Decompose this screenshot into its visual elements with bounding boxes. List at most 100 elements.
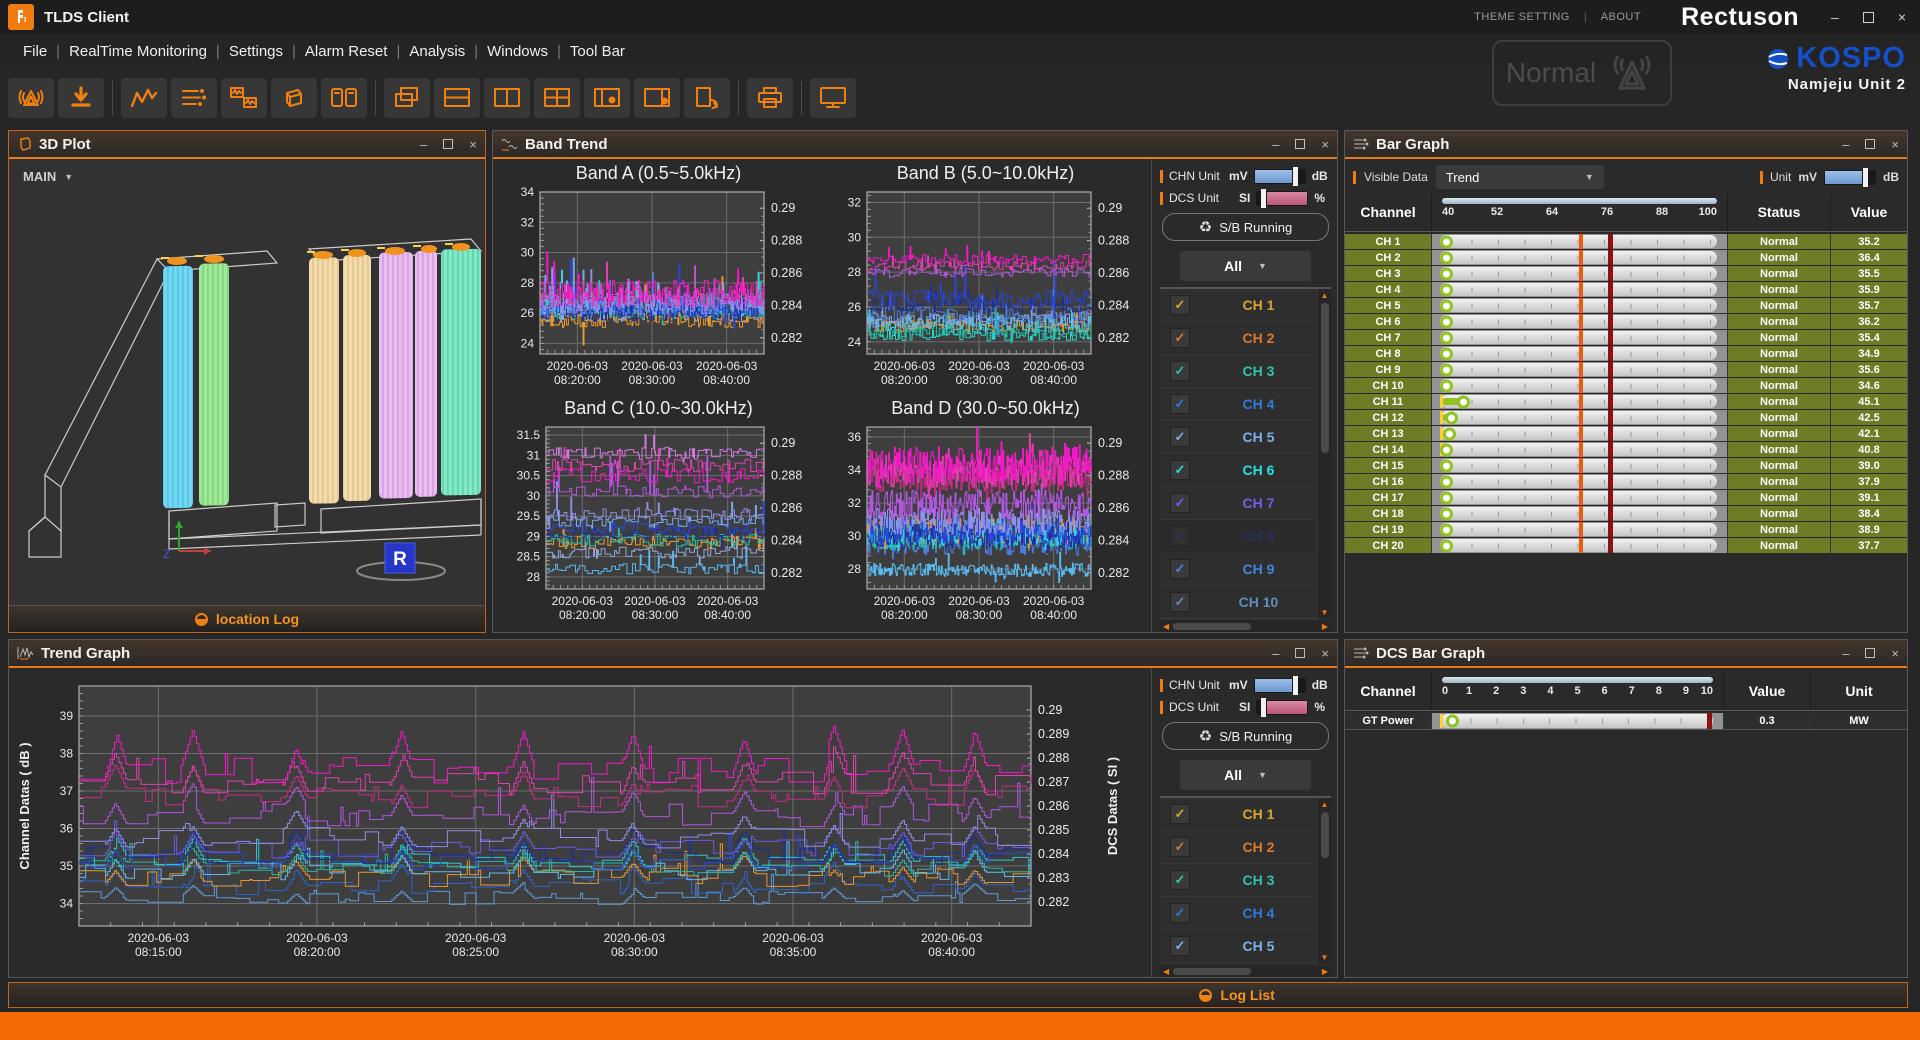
channel-checkbox[interactable]: ✓ <box>1170 903 1190 923</box>
channel-item-ch-8[interactable]: ✓CH 8 <box>1160 520 1317 553</box>
scroll-left-icon[interactable]: ◀ <box>1163 622 1169 631</box>
chn-unit-toggle[interactable] <box>1254 169 1306 184</box>
channel-item-ch-2[interactable]: ✓CH 2 <box>1160 831 1317 864</box>
panel-minimize-button[interactable]: – <box>1272 137 1279 152</box>
toolbar-download-button[interactable] <box>58 78 104 118</box>
toolbar-cascade-button[interactable] <box>384 78 430 118</box>
channel-item-ch-10[interactable]: ✓CH 10 <box>1160 586 1317 619</box>
view-selector-dropdown[interactable]: MAIN▼ <box>23 169 73 184</box>
scroll-down-icon[interactable]: ▼ <box>1321 608 1329 617</box>
scroll-down-icon[interactable]: ▼ <box>1321 953 1329 962</box>
toolbar-user1-button[interactable] <box>584 78 630 118</box>
channel-checkbox[interactable]: ✓ <box>1170 427 1190 447</box>
toolbar-tileh-button[interactable] <box>434 78 480 118</box>
panel-maximize-button[interactable] <box>443 139 453 149</box>
scroll-thumb[interactable] <box>1173 623 1251 630</box>
panel-close-button[interactable]: × <box>1321 646 1329 661</box>
toolbar-dualpanel-button[interactable] <box>321 78 367 118</box>
horizontal-scrollbar[interactable]: ◀▶ <box>1160 964 1331 977</box>
horizontal-scrollbar[interactable]: ◀▶ <box>1160 619 1331 632</box>
channel-checkbox[interactable]: ✓ <box>1170 592 1190 612</box>
menu-item-realtime-monitoring[interactable]: RealTime Monitoring <box>60 43 216 60</box>
sb-running-button[interactable]: ♻S/B Running <box>1162 213 1329 241</box>
channel-checkbox[interactable]: ✓ <box>1170 460 1190 480</box>
channel-checkbox[interactable]: ✓ <box>1170 526 1190 546</box>
toolbar-trend-button[interactable] <box>121 78 167 118</box>
channel-item-ch-2[interactable]: ✓CH 2 <box>1160 322 1317 355</box>
theme-setting-link[interactable]: THEME SETTING <box>1474 11 1570 23</box>
toolbar-list-button[interactable] <box>171 78 217 118</box>
channel-item-ch-1[interactable]: ✓CH 1 <box>1160 798 1317 831</box>
channel-item-ch-1[interactable]: ✓CH 1 <box>1160 289 1317 322</box>
window-maximize-button[interactable] <box>1863 12 1874 23</box>
channel-item-ch-4[interactable]: ✓CH 4 <box>1160 897 1317 930</box>
scroll-right-icon[interactable]: ▶ <box>1322 967 1328 976</box>
toolbar-antenna-button[interactable] <box>8 78 54 118</box>
panel-close-button[interactable]: × <box>469 137 477 152</box>
toolbar-exportdoc-button[interactable] <box>684 78 730 118</box>
3d-plot-viewport[interactable]: MAIN▼ <box>9 159 485 605</box>
channel-checkbox[interactable]: ✓ <box>1170 804 1190 824</box>
channel-item-ch-5[interactable]: ✓CH 5 <box>1160 930 1317 963</box>
channel-checkbox[interactable]: ✓ <box>1170 870 1190 890</box>
channel-checkbox[interactable]: ✓ <box>1170 936 1190 956</box>
visible-data-dropdown[interactable]: Trend▼ <box>1436 165 1604 189</box>
toolbar-print-button[interactable] <box>747 78 793 118</box>
toolbar-tilev-button[interactable] <box>484 78 530 118</box>
scroll-right-icon[interactable]: ▶ <box>1322 622 1328 631</box>
menu-item-analysis[interactable]: Analysis <box>400 43 474 60</box>
panel-maximize-button[interactable] <box>1865 648 1875 658</box>
location-log-button[interactable]: location Log <box>9 605 485 632</box>
toolbar-monitor-button[interactable] <box>810 78 856 118</box>
scroll-thumb[interactable] <box>1173 968 1251 975</box>
menu-item-alarm-reset[interactable]: Alarm Reset <box>296 43 397 60</box>
channel-item-ch-7[interactable]: ✓CH 7 <box>1160 487 1317 520</box>
menu-item-tool-bar[interactable]: Tool Bar <box>561 43 634 60</box>
channel-item-ch-6[interactable]: ✓CH 6 <box>1160 454 1317 487</box>
panel-maximize-button[interactable] <box>1295 648 1305 658</box>
channel-filter-dropdown[interactable]: All▼ <box>1180 760 1311 790</box>
unit-toggle[interactable] <box>1824 170 1876 185</box>
panel-minimize-button[interactable]: – <box>420 137 427 152</box>
menu-item-windows[interactable]: Windows <box>478 43 557 60</box>
vertical-scrollbar[interactable]: ▲▼ <box>1317 798 1331 964</box>
channel-checkbox[interactable]: ✓ <box>1170 493 1190 513</box>
about-link[interactable]: ABOUT <box>1601 11 1641 23</box>
channel-item-ch-9[interactable]: ✓CH 9 <box>1160 553 1317 586</box>
panel-minimize-button[interactable]: – <box>1272 646 1279 661</box>
sb-running-button[interactable]: ♻S/B Running <box>1162 722 1329 750</box>
vertical-scrollbar[interactable]: ▲▼ <box>1317 289 1331 619</box>
channel-checkbox[interactable]: ✓ <box>1170 837 1190 857</box>
channel-filter-dropdown[interactable]: All▼ <box>1180 251 1311 281</box>
dcs-unit-toggle[interactable] <box>1256 700 1308 715</box>
panel-close-button[interactable]: × <box>1321 137 1329 152</box>
scroll-left-icon[interactable]: ◀ <box>1163 967 1169 976</box>
channel-checkbox[interactable]: ✓ <box>1170 394 1190 414</box>
channel-checkbox[interactable]: ✓ <box>1170 361 1190 381</box>
toolbar-tilegrid-button[interactable] <box>534 78 580 118</box>
window-close-button[interactable]: × <box>1898 9 1906 25</box>
reset-view-button[interactable]: R <box>385 543 415 573</box>
channel-checkbox[interactable]: ✓ <box>1170 295 1190 315</box>
panel-close-button[interactable]: × <box>1891 137 1899 152</box>
toolbar-multichart-button[interactable] <box>221 78 267 118</box>
channel-item-ch-5[interactable]: ✓CH 5 <box>1160 421 1317 454</box>
scroll-up-icon[interactable]: ▲ <box>1321 800 1329 809</box>
panel-maximize-button[interactable] <box>1295 139 1305 149</box>
dcs-unit-toggle[interactable] <box>1256 191 1308 206</box>
toolbar-user2-button[interactable] <box>634 78 680 118</box>
channel-item-ch-4[interactable]: ✓CH 4 <box>1160 388 1317 421</box>
panel-minimize-button[interactable]: – <box>1842 137 1849 152</box>
panel-minimize-button[interactable]: – <box>1842 646 1849 661</box>
chn-unit-toggle[interactable] <box>1254 678 1306 693</box>
panel-maximize-button[interactable] <box>1865 139 1875 149</box>
channel-checkbox[interactable]: ✓ <box>1170 559 1190 579</box>
scroll-thumb[interactable] <box>1321 303 1329 453</box>
scroll-up-icon[interactable]: ▲ <box>1321 291 1329 300</box>
scroll-thumb[interactable] <box>1321 812 1329 858</box>
channel-item-ch-3[interactable]: ✓CH 3 <box>1160 864 1317 897</box>
channel-item-ch-3[interactable]: ✓CH 3 <box>1160 355 1317 388</box>
menu-item-file[interactable]: File <box>14 43 56 60</box>
menu-item-settings[interactable]: Settings <box>220 43 292 60</box>
panel-close-button[interactable]: × <box>1891 646 1899 661</box>
